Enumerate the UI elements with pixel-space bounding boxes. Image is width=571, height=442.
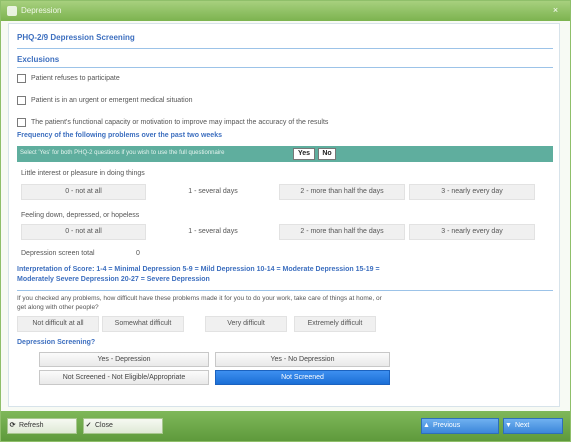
total-value: 0 <box>136 250 140 257</box>
exclusion-label-refuses: Patient refuses to participate <box>31 75 120 82</box>
arrow-down-icon: ▼ <box>505 422 512 429</box>
q2-option-3[interactable]: 3 - nearly every day <box>409 224 535 240</box>
close-label: Close <box>94 422 113 429</box>
exclusion-label-emergent: Patient is in an urgent or emergent medi… <box>31 97 193 104</box>
exclusion-checkbox-emergent[interactable] <box>17 96 26 105</box>
exclusions-heading: Exclusions <box>17 55 60 64</box>
q1-option-0[interactable]: 0 - not at all <box>21 184 146 200</box>
screening-yes-no-depression-button[interactable]: Yes - No Depression <box>215 352 390 367</box>
form-title: PHQ-2/9 Depression Screening <box>17 33 135 42</box>
next-button[interactable]: ▼ Next <box>503 418 563 434</box>
exclusions-divider <box>17 67 553 68</box>
exclusion-checkbox-capacity[interactable] <box>17 118 26 127</box>
exclusion-label-capacity: The patient's functional capacity or mot… <box>31 119 329 126</box>
screening-heading: Depression Screening? <box>17 339 96 346</box>
q2-option-2[interactable]: 2 - more than half the days <box>279 224 405 240</box>
select-all-text: Select 'Yes' for both PHQ-2 questions if… <box>20 150 225 156</box>
q1-option-1[interactable]: 1 - several days <box>150 184 276 200</box>
refresh-button[interactable]: ⟳ Refresh <box>7 418 77 434</box>
form-panel: PHQ-2/9 Depression Screening Exclusions … <box>8 23 560 407</box>
q1-option-2[interactable]: 2 - more than half the days <box>279 184 405 200</box>
screening-not-eligible-button[interactable]: Not Screened - Not Eligible/Appropriate <box>39 370 209 385</box>
title-bar: Depression × <box>1 1 570 21</box>
interpretation-line-2: Moderately Severe Depression 20-27 = Sev… <box>17 276 210 283</box>
difficulty-option-1[interactable]: Somewhat difficult <box>102 316 184 332</box>
question-2-label: Feeling down, depressed, or hopeless <box>21 212 140 219</box>
frequency-heading: Frequency of the following problems over… <box>17 132 222 139</box>
close-icon[interactable]: × <box>549 4 562 17</box>
window-title: Depression <box>21 6 62 15</box>
interpretation-divider <box>17 290 553 291</box>
footer-bar: ⟳ Refresh ✓ Close ▲ Previous ▼ Next <box>1 411 570 441</box>
refresh-label: Refresh <box>18 422 44 429</box>
q1-option-3[interactable]: 3 - nearly every day <box>409 184 535 200</box>
total-label: Depression screen total <box>21 250 95 257</box>
arrow-up-icon: ▲ <box>423 422 430 429</box>
difficulty-option-0[interactable]: Not difficult at all <box>17 316 99 332</box>
check-icon: ✓ <box>85 422 92 429</box>
difficulty-option-2[interactable]: Very difficult <box>205 316 287 332</box>
refresh-icon: ⟳ <box>9 422 16 429</box>
screening-not-screened-button[interactable]: Not Screened <box>215 370 390 385</box>
difficulty-question-line-2: get along with other people? <box>17 304 99 311</box>
select-all-no-button[interactable]: No <box>318 148 336 160</box>
select-all-bar: Select 'Yes' for both PHQ-2 questions if… <box>17 146 553 162</box>
interpretation-line-1: Interpretation of Score: 1-4 = Minimal D… <box>17 266 380 273</box>
difficulty-question-line-1: If you checked any problems, how difficu… <box>17 295 382 302</box>
question-1-label: Little interest or pleasure in doing thi… <box>21 170 145 177</box>
q2-option-0[interactable]: 0 - not at all <box>21 224 146 240</box>
close-button[interactable]: ✓ Close <box>83 418 163 434</box>
exclusion-checkbox-refuses[interactable] <box>17 74 26 83</box>
screening-yes-depression-button[interactable]: Yes - Depression <box>39 352 209 367</box>
previous-label: Previous <box>432 422 461 429</box>
previous-button[interactable]: ▲ Previous <box>421 418 499 434</box>
select-all-yes-button[interactable]: Yes <box>293 148 315 160</box>
title-divider <box>17 48 553 49</box>
difficulty-option-3[interactable]: Extremely difficult <box>294 316 376 332</box>
dialog-window: Depression × PHQ-2/9 Depression Screenin… <box>0 0 571 442</box>
q2-option-1[interactable]: 1 - several days <box>150 224 276 240</box>
next-label: Next <box>514 422 530 429</box>
window-icon <box>7 6 17 16</box>
